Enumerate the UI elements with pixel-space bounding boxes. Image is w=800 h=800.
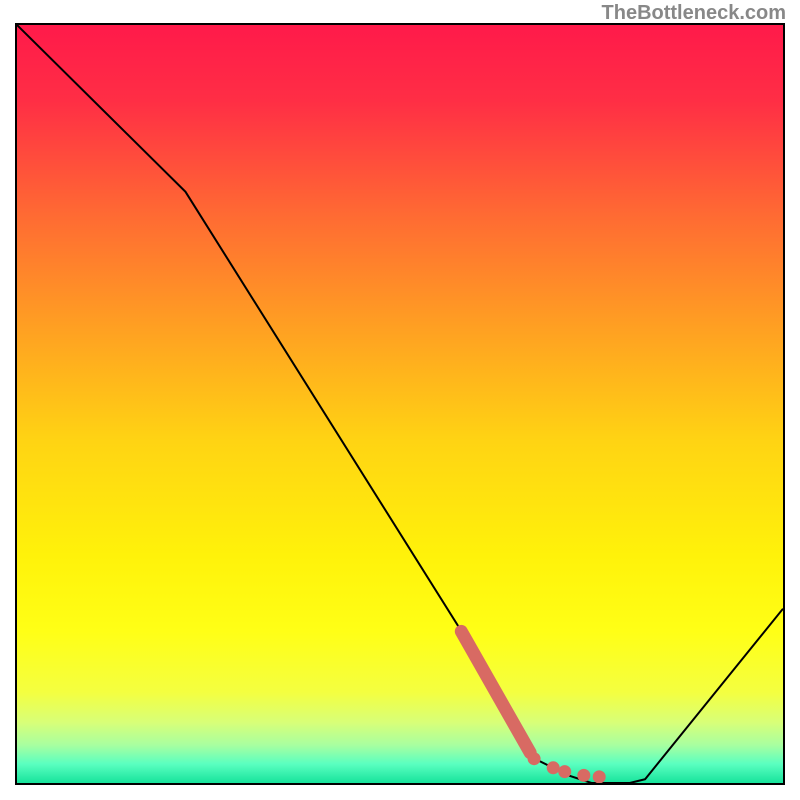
watermark-text: TheBottleneck.com — [602, 2, 786, 25]
chart-curve — [17, 25, 783, 783]
highlight-segment — [461, 631, 530, 752]
highlight-dots — [528, 752, 606, 783]
chart-container: TheBottleneck.com — [0, 0, 800, 800]
plot-area — [15, 23, 785, 785]
main-curve-line — [17, 25, 783, 783]
